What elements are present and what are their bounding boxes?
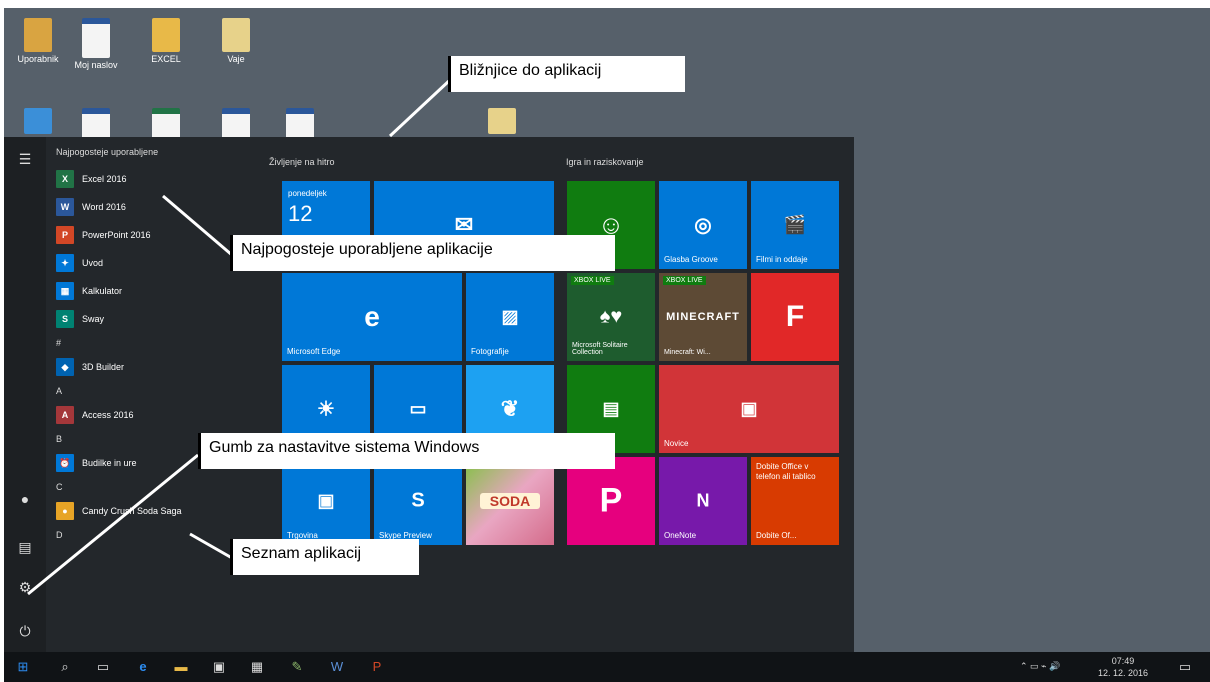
callout-line-most-used: [162, 194, 233, 257]
callout-line-settings: [27, 453, 199, 596]
callout-lines: [27, 78, 452, 596]
callout-shortcuts: Bližnjice do aplikacij: [448, 56, 685, 92]
callout-line-shortcuts: [388, 78, 452, 138]
callout-most-used-apps: Najpogosteje uporabljene aplikacije: [230, 235, 615, 271]
callout-line-app-list: [189, 532, 233, 560]
callout-app-list: Seznam aplikacij: [230, 539, 419, 575]
callout-settings-button: Gumb za nastavitve sistema Windows: [198, 433, 615, 469]
